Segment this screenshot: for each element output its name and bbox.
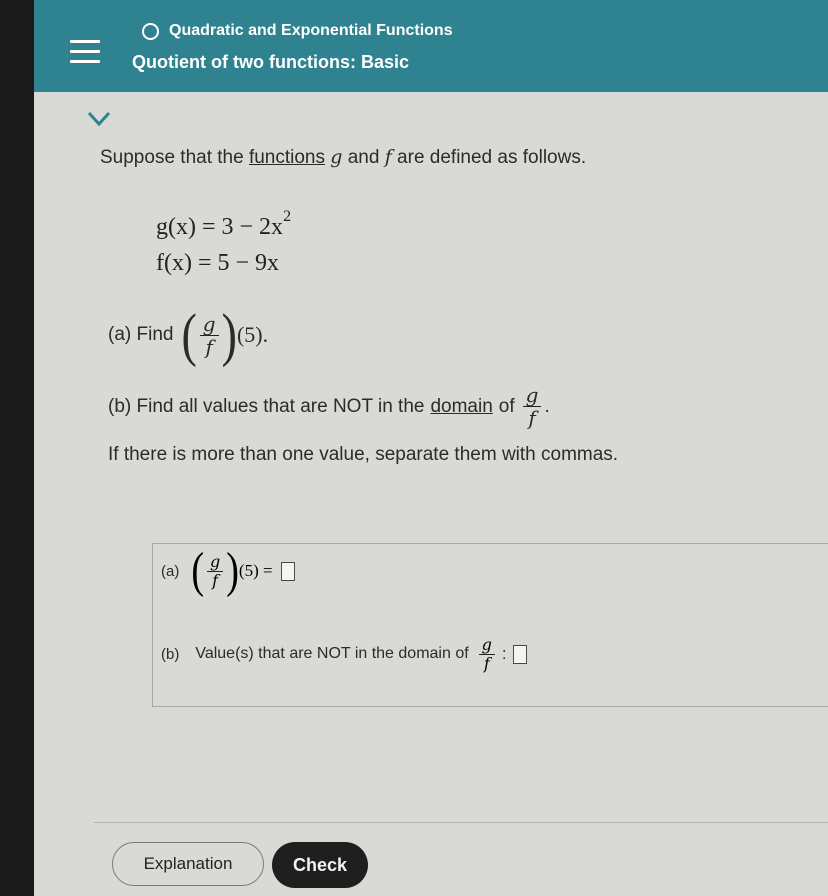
answer-b-row: (b) Value(s) that are NOT in the domain … bbox=[161, 636, 527, 672]
header-bar: Quadratic and Exponential Functions Quot… bbox=[34, 0, 828, 92]
instruction-note: If there is more than one value, separat… bbox=[108, 444, 619, 465]
answer-a-input[interactable] bbox=[280, 561, 295, 581]
answer-b-text: Value(s) that are NOT in the domain of bbox=[195, 645, 469, 663]
equation-g-text: g(x) = 3 − 2x bbox=[156, 214, 284, 240]
answer-a-argument: (5) = bbox=[238, 561, 273, 580]
answer-b-label: (b) bbox=[161, 645, 180, 663]
fraction-denominator: f bbox=[205, 334, 213, 359]
chevron-down-icon[interactable] bbox=[86, 108, 112, 130]
part-b-prefix: (b) Find all values that are NOT in the bbox=[108, 395, 425, 417]
fraction-denominator: f bbox=[483, 653, 490, 673]
divider bbox=[94, 822, 828, 823]
part-a-fraction: g f bbox=[199, 313, 219, 359]
answer-b-fraction: g f bbox=[478, 636, 495, 673]
intro-prefix: Suppose that the bbox=[100, 147, 244, 168]
fraction-denominator: f bbox=[212, 570, 219, 590]
part-b-period: . bbox=[544, 395, 550, 417]
fraction-numerator: g bbox=[199, 313, 219, 336]
fraction-numerator: g bbox=[478, 636, 495, 655]
part-a-label: (a) Find bbox=[108, 324, 174, 345]
intro-and: and bbox=[347, 147, 380, 168]
intro-g: g bbox=[330, 146, 343, 168]
check-button[interactable]: Check bbox=[272, 842, 368, 888]
part-a-argument: (5). bbox=[236, 322, 269, 347]
part-b-fraction: g f bbox=[522, 384, 542, 430]
lesson-title: Quotient of two functions: Basic bbox=[132, 52, 409, 72]
functions-link[interactable]: functions bbox=[249, 147, 325, 168]
answer-panel: (a) ( g f ) (5) = (b) Value(s) that are … bbox=[152, 543, 828, 707]
fraction-denominator: f bbox=[528, 406, 536, 430]
equation-f: f(x) = 5 − 9x bbox=[156, 250, 280, 276]
part-b-of: of bbox=[498, 395, 515, 417]
answer-a-label: (a) bbox=[161, 562, 180, 580]
topic-title: Quadratic and Exponential Functions bbox=[169, 22, 453, 39]
part-b-question: (b) Find all values that are NOT in the … bbox=[108, 384, 550, 429]
progress-circle-icon bbox=[142, 22, 159, 40]
part-a-question: (a) Find ( g f ) (5). bbox=[108, 301, 269, 368]
fraction-numerator: g bbox=[207, 553, 224, 572]
intro-suffix: are defined as follows. bbox=[397, 147, 587, 168]
equation-g: g(x) = 3 − 2x2 bbox=[156, 208, 291, 241]
fraction-numerator: g bbox=[522, 384, 542, 407]
intro-f: f bbox=[384, 146, 392, 168]
hamburger-menu-icon[interactable] bbox=[70, 40, 100, 70]
equation-g-exponent: 2 bbox=[283, 208, 292, 225]
topic-row: Quadratic and Exponential Functions bbox=[142, 22, 453, 40]
explanation-button[interactable]: Explanation bbox=[112, 842, 264, 886]
answer-a-fraction: g f bbox=[207, 553, 224, 590]
answer-b-input[interactable] bbox=[512, 644, 527, 664]
screen: Quadratic and Exponential Functions Quot… bbox=[34, 0, 828, 896]
problem-intro: Suppose that the functions g and f are d… bbox=[100, 146, 586, 169]
domain-link[interactable]: domain bbox=[430, 396, 492, 418]
answer-b-colon: : bbox=[501, 644, 507, 664]
answer-a-row: (a) ( g f ) (5) = bbox=[161, 546, 295, 596]
